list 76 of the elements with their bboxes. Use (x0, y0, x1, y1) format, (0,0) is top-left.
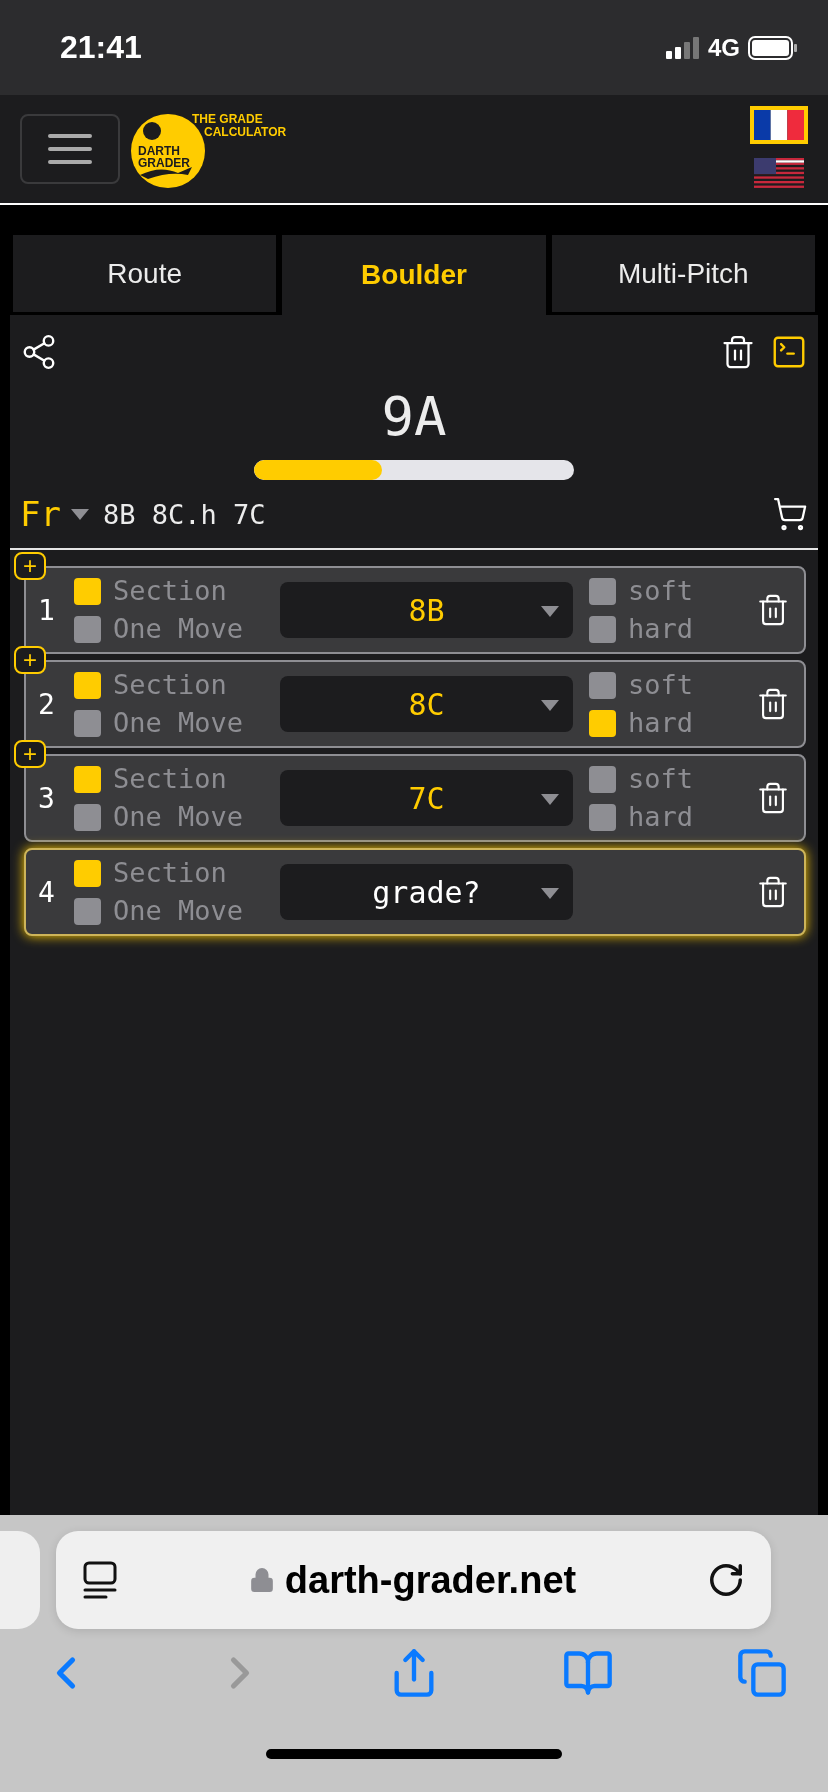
caret-icon (541, 606, 559, 617)
menu-icon (48, 133, 92, 165)
tab[interactable]: Boulder (279, 235, 549, 315)
french-flag-icon (754, 110, 804, 140)
checkbox[interactable] (589, 709, 616, 737)
trash-icon (756, 875, 790, 909)
checkbox-label: One Move (113, 708, 244, 738)
checkbox[interactable] (74, 859, 101, 887)
trash-icon (756, 687, 790, 721)
logo-tagline: CALCULATOR (204, 126, 287, 138)
checkbox-label: hard (628, 614, 694, 644)
checkbox-label: One Move (113, 896, 244, 926)
checkbox[interactable] (589, 615, 616, 643)
checkbox[interactable] (74, 803, 101, 831)
row-number: 1 (38, 593, 56, 627)
checkbox[interactable] (74, 615, 101, 643)
logo-tagline: THE GRADE (192, 113, 263, 125)
network-label: 4G (708, 33, 740, 62)
grade-dropdown[interactable]: 7C (280, 770, 573, 826)
checkbox-label: soft (628, 670, 694, 700)
delete-row-button[interactable] (756, 781, 790, 815)
checkbox[interactable] (74, 897, 101, 925)
add-row-button[interactable]: + (14, 646, 46, 674)
cart-button[interactable] (772, 496, 808, 532)
checkbox[interactable] (74, 671, 101, 699)
reader-icon (82, 1560, 118, 1600)
caret-icon (70, 508, 89, 520)
lock-icon (248, 1567, 275, 1593)
checkbox-label: soft (628, 576, 694, 606)
url-text: darth-grader.net (284, 1558, 577, 1602)
address-bar[interactable]: darth-grader.net (56, 1531, 771, 1629)
trash-icon (756, 593, 790, 627)
grade-dropdown[interactable]: 8C (280, 676, 573, 732)
grade-summary: 8B 8C.h 7C (102, 498, 266, 530)
logo-name: GRADER (138, 157, 190, 169)
checkbox[interactable] (589, 577, 616, 605)
checkbox-label: Section (113, 764, 227, 794)
cart-icon (772, 496, 808, 532)
caret-icon (541, 794, 559, 805)
checkbox[interactable] (74, 765, 101, 793)
checkbox[interactable] (589, 671, 616, 699)
menu-button[interactable] (20, 114, 120, 184)
checkbox-label: Section (113, 576, 227, 606)
checkbox-label: hard (628, 708, 694, 738)
status-time: 21:41 (60, 29, 142, 66)
delete-row-button[interactable] (756, 593, 790, 627)
delete-row-button[interactable] (756, 875, 790, 909)
checkbox-label: One Move (113, 614, 244, 644)
checkbox[interactable] (589, 765, 616, 793)
row-number: 3 (38, 781, 56, 815)
add-row-button[interactable]: + (14, 552, 46, 580)
checkbox[interactable] (589, 803, 616, 831)
grade-dropdown[interactable]: grade? (280, 864, 573, 920)
checkbox[interactable] (74, 709, 101, 737)
checkbox-label: Section (113, 670, 227, 700)
row-number: 2 (38, 687, 56, 721)
caret-icon (541, 700, 559, 711)
row-number: 4 (38, 875, 56, 909)
checkbox-label: Section (113, 858, 227, 888)
battery-icon (748, 35, 798, 60)
logo-name: DARTH (138, 145, 180, 157)
american-flag-icon (754, 158, 804, 188)
caret-icon (541, 888, 559, 899)
language-button[interactable] (750, 106, 808, 144)
checkbox-label: One Move (113, 802, 244, 832)
result-grade: 9A (380, 385, 448, 448)
checkbox-label: hard (628, 802, 694, 832)
checkbox[interactable] (74, 577, 101, 605)
delete-row-button[interactable] (756, 687, 790, 721)
add-row-button[interactable]: + (14, 740, 46, 768)
trash-icon (756, 781, 790, 815)
scale-dropdown[interactable]: Fr (20, 494, 89, 534)
reload-icon[interactable] (707, 1561, 745, 1599)
grade-dropdown[interactable]: 8B (280, 582, 573, 638)
signal-icon (666, 36, 700, 59)
checkbox-label: soft (628, 764, 694, 794)
